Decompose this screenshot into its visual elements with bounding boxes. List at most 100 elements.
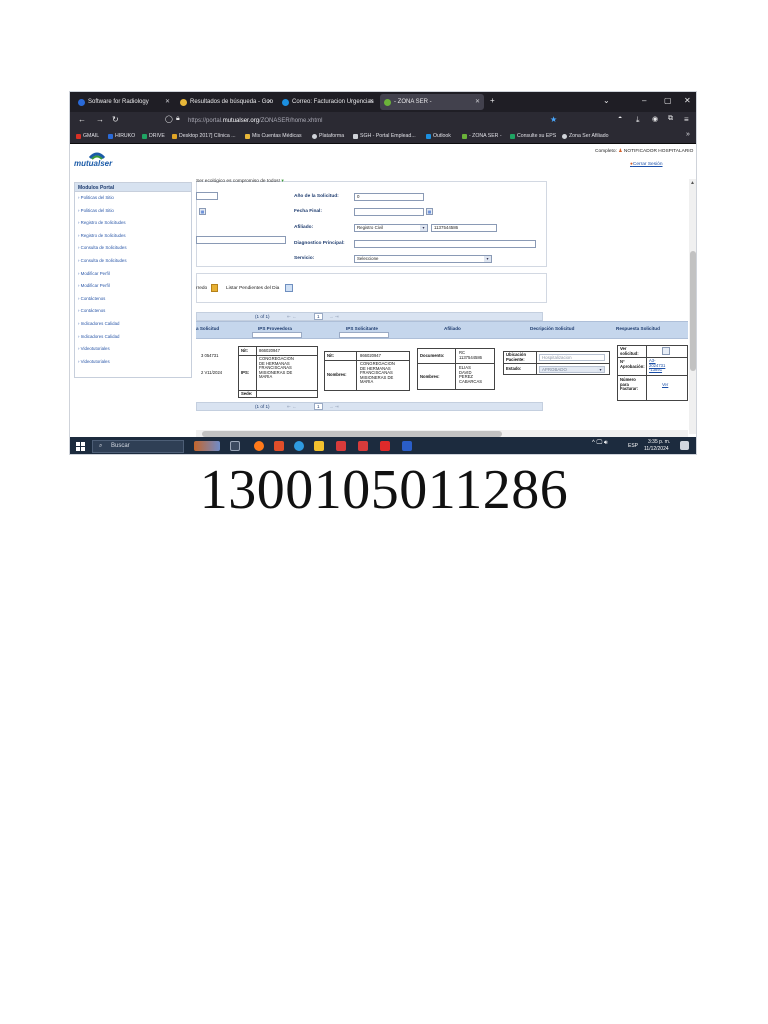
list-icon[interactable] (285, 284, 293, 292)
bookmark-gmail[interactable]: GMAIL (76, 133, 99, 139)
anio-input[interactable]: 0 (354, 193, 424, 201)
system-tray-icons[interactable]: ^ 🖵 🔊︎ (592, 440, 608, 447)
left-menu-item[interactable]: › Indicadores Calidad (75, 331, 191, 344)
bookmark-desktop-clinica[interactable]: Desktop 2017] Clínica ... (172, 133, 236, 139)
weather-widget-icon[interactable] (194, 441, 220, 451)
bookmark-sgh[interactable]: SGH - Portal Emplead... (353, 133, 416, 139)
tab-correo[interactable]: Correo: Facturacion Urgencias ✕ (278, 94, 378, 110)
tab-software-radiology[interactable]: Software for Radiology ✕ (74, 94, 174, 110)
servicio-select[interactable]: Seleccione ▾ (354, 255, 492, 263)
documento-input[interactable]: 1137544586 (431, 224, 497, 232)
action-partial-label: rredo (196, 286, 208, 291)
close-icon[interactable]: ✕ (369, 98, 374, 105)
new-tab-button[interactable]: + (490, 96, 495, 105)
aprobacion-link-3[interactable]: -13891 (649, 368, 662, 373)
bookmark-hiruko[interactable]: HIRUKO (108, 133, 135, 139)
ubicacion-input[interactable]: Hospitalizacion (539, 354, 605, 361)
estado-select[interactable]: APROBADO ▾ (539, 366, 605, 373)
file-explorer-icon[interactable] (314, 441, 324, 451)
tab-google-results[interactable]: Resultados de búsqueda - Goo ✕ (176, 94, 276, 110)
left-menu-item[interactable]: › Consulta de Solicitudes (75, 242, 191, 255)
bookmark-plataforma[interactable]: Plataforma (312, 133, 344, 139)
bookmark-drive[interactable]: DRIVE (142, 133, 165, 139)
left-menu-item[interactable]: › Modificar Perfil (75, 268, 191, 281)
col-ips-solicitante: IPS Solicitante (346, 326, 378, 331)
app-icon[interactable] (274, 441, 284, 451)
maximize-icon[interactable]: ▢ (664, 96, 672, 105)
tab-zona-ser[interactable]: - ZONA SER - ✕ (380, 94, 484, 110)
left-menu-item[interactable]: › Videotutoriales (75, 356, 191, 369)
app-icon[interactable] (358, 441, 368, 451)
diagnostico-partial-input[interactable] (196, 236, 286, 244)
url-bar[interactable]: https://portal.mutualser.org/ZONASER/hom… (188, 115, 568, 127)
notifications-icon[interactable] (680, 441, 689, 450)
forward-icon[interactable]: → (96, 115, 104, 124)
fecha-inicial-input[interactable] (196, 192, 218, 200)
clock-time[interactable]: 3:35 p. m. (648, 439, 670, 445)
logout-link[interactable]: ●Cerrar Sesión (630, 162, 663, 167)
left-menu-item[interactable]: › Videotutoriales (75, 343, 191, 356)
language-indicator[interactable]: ESP (628, 443, 638, 449)
filter-ips-solicitante[interactable] (339, 332, 389, 338)
firefox-icon[interactable] (254, 441, 264, 451)
close-icon[interactable]: ✕ (475, 98, 480, 105)
reload-icon[interactable]: ↻ (112, 115, 119, 124)
scroll-up-icon[interactable]: ▲ (690, 180, 695, 186)
app-icon[interactable] (336, 441, 346, 451)
minimize-icon[interactable]: – (642, 96, 646, 105)
taskbar-search[interactable]: ⌕ Buscar (92, 440, 184, 453)
close-window-icon[interactable]: ✕ (684, 96, 691, 105)
first-page-icon[interactable]: ⇤ ← (287, 404, 297, 410)
calendar-icon[interactable]: ▦ (199, 208, 206, 215)
page-number[interactable]: 1 (314, 403, 323, 410)
filter-ips-proveedora[interactable] (252, 332, 302, 338)
view-document-icon[interactable] (662, 347, 670, 355)
tab-list-icon[interactable]: ⌄ (603, 96, 610, 105)
word-icon[interactable] (402, 441, 412, 451)
more-bookmarks-icon[interactable]: » (686, 131, 690, 138)
fecha-final-input[interactable] (354, 208, 424, 216)
diagnostico-input[interactable] (354, 240, 536, 248)
pdf-icon[interactable] (380, 441, 390, 451)
page-number[interactable]: 1 (314, 313, 323, 320)
left-menu-item[interactable]: › Consulta de Solicitudes (75, 255, 191, 268)
task-view-icon[interactable] (230, 441, 240, 451)
close-icon[interactable]: ✕ (267, 98, 272, 105)
scrollbar-thumb[interactable] (690, 251, 696, 371)
last-page-icon[interactable]: → ⇥ (329, 314, 339, 320)
clock-date[interactable]: 11/12/2024 (644, 446, 669, 452)
first-page-icon[interactable]: ⇤ ← (287, 314, 297, 320)
extensions-icon[interactable]: ⧉ (668, 115, 673, 123)
back-icon[interactable]: ← (78, 115, 86, 124)
bookmark-cuentas-medicas[interactable]: Mis Cuentas Médicas (245, 133, 302, 139)
windows-start-icon[interactable] (76, 442, 85, 451)
close-icon[interactable]: ✕ (165, 98, 170, 105)
account-icon[interactable]: ◉ (652, 115, 658, 123)
bookmark-consulte-eps[interactable]: Consulte su EPS (510, 133, 556, 139)
last-page-icon[interactable]: → ⇥ (329, 404, 339, 410)
bookmark-zona-ser[interactable]: - ZONA SER - (462, 133, 502, 139)
left-menu-item[interactable]: › Contáctenos (75, 305, 191, 318)
left-menu-item[interactable]: › Modificar Perfil (75, 280, 191, 293)
left-menu-item[interactable]: › Registro de Solicitudes (75, 230, 191, 243)
edge-icon[interactable] (294, 441, 304, 451)
download-icon[interactable]: ⤓ (636, 115, 640, 125)
bookmark-star-icon[interactable]: ★ (550, 115, 557, 124)
tipo-documento-select[interactable]: Registro Civil ▾ (354, 224, 428, 232)
calendar-icon[interactable]: ▦ (426, 208, 433, 215)
shield-icon[interactable]: ◯ (165, 115, 173, 123)
menu-icon[interactable]: ≡ (684, 115, 689, 124)
left-menu-item[interactable]: › Contáctenos (75, 293, 191, 306)
left-menu-item[interactable]: › Registro de Solicitudes (75, 217, 191, 230)
ver-factura-link[interactable]: Ver (662, 382, 668, 388)
pocket-icon[interactable]: ◓ (618, 115, 622, 122)
bookmark-zona-ser-afiliado[interactable]: Zona Ser Afiliado (562, 133, 609, 139)
listar-pendientes-link[interactable]: Listar Pendientes del Dia (226, 286, 279, 291)
left-menu-item[interactable]: › Indicadores Calidad (75, 318, 191, 331)
bookmark-outlook[interactable]: Outlook (426, 133, 451, 139)
folder-icon[interactable] (211, 284, 218, 292)
vertical-scrollbar[interactable]: ▲ (689, 179, 696, 434)
left-menu-item[interactable]: › Politicas del Sitio (75, 192, 191, 205)
left-menu-item[interactable]: › Politicas del Sitio (75, 205, 191, 218)
lock-icon[interactable]: 🔒︎ (176, 115, 180, 123)
